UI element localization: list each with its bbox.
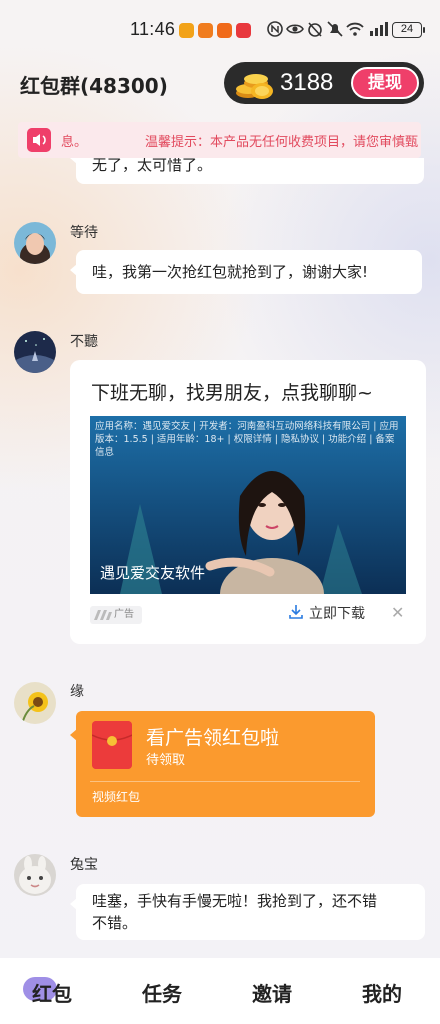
sender-name: 等待 — [70, 225, 98, 241]
ad-image[interactable]: 应用名称：遇见爱交友 | 开发者：河南盈科互动网络科技有限公司 | 应用版本：1… — [90, 416, 406, 594]
sender-name: 缘 — [70, 684, 84, 700]
ad-tag: 广告 — [90, 606, 142, 624]
coin-count: 3188 — [280, 69, 334, 96]
avatar[interactable] — [14, 854, 56, 896]
mute-icon — [327, 21, 343, 37]
message-text-line: 哇塞，手快有手慢无啦！我抢到了，还不错 — [92, 892, 378, 910]
avatar[interactable] — [14, 682, 56, 724]
tab-mine[interactable]: 我的 — [362, 978, 402, 1007]
ad-card[interactable]: 下班无聊，找男朋友，点我聊聊~ 应用名称：遇见爱交友 | 开发者：河南盈科互动网… — [70, 360, 426, 644]
chat-feed[interactable]: 无了，太可惜了。 等待 哇，我第一次抢红包就抢到了，谢谢大家! 不聽 下班无聊，… — [0, 158, 440, 958]
gold-coins-icon — [236, 74, 273, 99]
status-bar: 11:46 24 — [0, 0, 440, 60]
notice-text: 温馨提示：本产品无任何收费项目，请您审慎甄 — [145, 135, 419, 150]
message-text: 无了，太可惜了。 — [92, 158, 213, 174]
sender-name: 兔宝 — [70, 857, 98, 873]
red-envelope-icon — [92, 721, 132, 769]
message-text-line: 不错。 — [92, 914, 138, 932]
tab-invite[interactable]: 邀请 — [252, 978, 292, 1007]
withdraw-button[interactable]: 提现 — [351, 67, 419, 99]
app-notification-icon — [236, 23, 251, 38]
message-text: 哇，我第一次抢红包就抢到了，谢谢大家! — [92, 263, 369, 281]
red-packet-title: 看广告领红包啦 — [146, 727, 280, 749]
tab-tasks[interactable]: 任务 — [142, 978, 182, 1007]
sender-name: 不聽 — [70, 334, 98, 350]
avatar[interactable] — [14, 331, 56, 373]
download-icon — [289, 605, 303, 619]
page-title: 红包群(48300) — [20, 74, 168, 98]
download-button[interactable]: 立即下载 — [288, 603, 365, 623]
tab-red-packet[interactable]: 红包 — [32, 978, 72, 1007]
message-bubble: 哇塞，手快有手慢无啦！我抢到了，还不错 不错。 — [70, 884, 425, 940]
close-ad-icon[interactable]: ✕ — [391, 603, 404, 622]
bottom-tab-bar: 红包 任务 邀请 我的 — [0, 958, 440, 1024]
nfc-icon — [267, 21, 283, 37]
status-time: 11:46 — [130, 19, 176, 39]
download-label: 立即下载 — [309, 606, 365, 622]
wifi-icon — [346, 22, 364, 36]
divider — [90, 781, 360, 782]
notice-bar: 息。 温馨提示：本产品无任何收费项目，请您审慎甄 — [18, 122, 421, 158]
alarm-off-icon — [308, 22, 322, 37]
ad-app-info: 应用名称：遇见爱交友 | 开发者：河南盈科互动网络科技有限公司 | 应用版本：1… — [95, 421, 399, 458]
ad-headline: 下班无聊，找男朋友，点我聊聊~ — [91, 382, 373, 404]
app-notification-icon — [198, 23, 213, 38]
notice-text-tail: 息。 — [61, 135, 88, 150]
ad-tag-label: 广告 — [114, 609, 134, 620]
ad-image-caption: 遇见爱交友软件 — [100, 564, 206, 582]
red-packet-type: 视频红包 — [92, 790, 141, 804]
avatar[interactable] — [14, 222, 56, 264]
ad-logo-icon — [94, 610, 112, 620]
header: 红包群(48300) 3188 提现 — [0, 58, 440, 110]
eye-icon — [286, 24, 304, 34]
speaker-icon — [27, 128, 51, 152]
coin-balance: 3188 提现 — [224, 62, 424, 104]
app-notification-icon — [217, 23, 232, 38]
app-notification-icon — [179, 23, 194, 38]
message-bubble: 无了，太可惜了。 — [70, 158, 424, 184]
red-packet-status: 待领取 — [146, 753, 186, 768]
message-bubble: 哇，我第一次抢红包就抢到了，谢谢大家! — [70, 250, 422, 294]
battery-indicator: 24 — [392, 22, 425, 38]
red-packet-card[interactable]: 看广告领红包啦 待领取 视频红包 — [70, 711, 375, 817]
signal-icon — [370, 22, 388, 36]
